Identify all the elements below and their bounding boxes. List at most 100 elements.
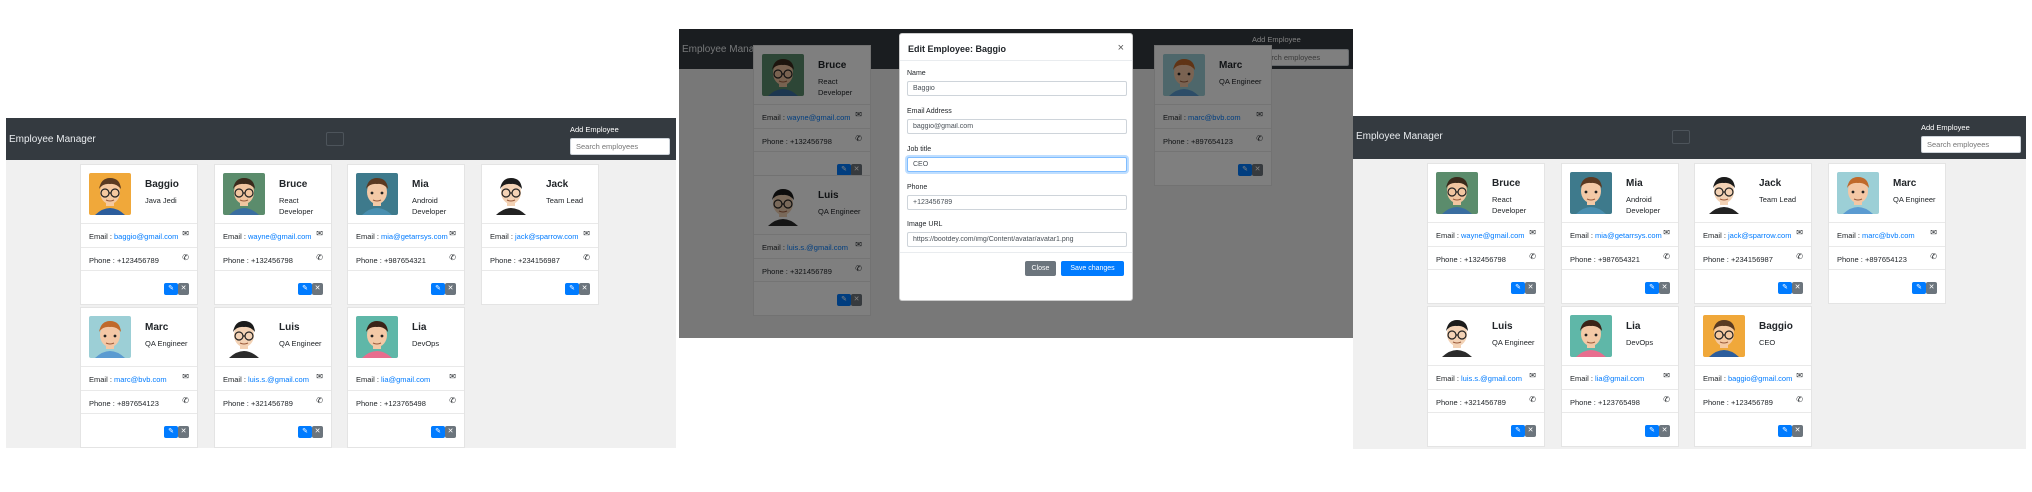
add-employee-link[interactable]: Add Employee xyxy=(1921,123,1970,132)
email-text: Email : luis.s.@gmail.com xyxy=(1436,374,1522,383)
delete-button[interactable]: ✕ xyxy=(1926,282,1937,294)
delete-button[interactable]: ✕ xyxy=(1659,425,1670,437)
edit-button[interactable]: ✎ xyxy=(1778,425,1792,437)
avatar xyxy=(89,173,131,215)
delete-button[interactable]: ✕ xyxy=(1525,425,1536,437)
delete-button[interactable]: ✕ xyxy=(1792,425,1803,437)
employee-job-title: DevOps xyxy=(1626,338,1654,347)
delete-button[interactable]: ✕ xyxy=(579,283,590,295)
email-link[interactable]: baggio@gmail.com xyxy=(1728,374,1792,383)
phone-icon: ✆ xyxy=(583,253,590,262)
edit-button[interactable]: ✎ xyxy=(1645,282,1659,294)
edit-button[interactable]: ✎ xyxy=(1511,425,1525,437)
phone-prefix: Phone : xyxy=(1703,398,1731,407)
phone-prefix: Phone : xyxy=(1436,398,1464,407)
email-link[interactable]: baggio@gmail.com xyxy=(114,232,178,241)
navbar-brand[interactable]: Employee Manager xyxy=(9,134,96,145)
email-link[interactable]: mia@getarrsys.com xyxy=(381,232,448,241)
x-icon: ✕ xyxy=(1794,284,1801,291)
email-text: Email : jack@sparrow.com xyxy=(490,232,578,241)
email-link[interactable]: wayne@gmail.com xyxy=(248,232,311,241)
edit-button[interactable]: ✎ xyxy=(164,283,178,295)
card-actions: ✎✕ xyxy=(1428,412,1544,446)
close-button[interactable]: Close xyxy=(1025,261,1056,276)
phone-value: +321456789 xyxy=(1463,398,1506,407)
delete-button[interactable]: ✕ xyxy=(178,426,189,438)
delete-button[interactable]: ✕ xyxy=(445,426,456,438)
email-prefix: Email : xyxy=(1436,231,1462,240)
phone-text: Phone : +987654321 xyxy=(356,256,426,265)
email-text: Email : mia@getarrsys.com xyxy=(356,232,448,241)
email-link[interactable]: jack@sparrow.com xyxy=(515,232,578,241)
edit-button[interactable]: ✎ xyxy=(1511,282,1525,294)
delete-button[interactable]: ✕ xyxy=(1792,282,1803,294)
card-actions: ✎✕ xyxy=(81,270,197,304)
search-input[interactable] xyxy=(570,138,670,155)
edit-button[interactable]: ✎ xyxy=(298,283,312,295)
employee-card: Bruce React Developer Email : wayne@gmail.… xyxy=(214,164,332,305)
phone-prefix: Phone : xyxy=(1436,255,1464,264)
envelope-icon: ✉ xyxy=(182,372,189,381)
employee-job-title: QA Engineer xyxy=(145,339,188,348)
phone-icon: ✆ xyxy=(316,396,323,405)
email-text: Email : wayne@gmail.com xyxy=(223,232,311,241)
edit-button[interactable]: ✎ xyxy=(431,426,445,438)
job-title-field[interactable] xyxy=(907,157,1127,172)
delete-button[interactable]: ✕ xyxy=(312,426,323,438)
edit-button[interactable]: ✎ xyxy=(298,426,312,438)
employee-name: Lia xyxy=(1626,321,1641,332)
email-link[interactable]: jack@sparrow.com xyxy=(1728,231,1791,240)
employee-job-title: Team Lead xyxy=(546,196,584,205)
email-link[interactable]: lia@gmail.com xyxy=(1595,374,1644,383)
phone-row: Phone : +123456789 ✆ xyxy=(81,247,197,271)
employee-card: Jack Team Lead Email : jack@sparrow.com ✉ Ph… xyxy=(481,164,599,305)
email-link[interactable]: marc@bvb.com xyxy=(1862,231,1915,240)
delete-button[interactable]: ✕ xyxy=(1525,282,1536,294)
email-link[interactable]: lia@gmail.com xyxy=(381,375,430,384)
edit-button[interactable]: ✎ xyxy=(1645,425,1659,437)
delete-button[interactable]: ✕ xyxy=(1659,282,1670,294)
edit-button[interactable]: ✎ xyxy=(164,426,178,438)
edit-button[interactable]: ✎ xyxy=(431,283,445,295)
add-employee-link[interactable]: Add Employee xyxy=(570,125,619,134)
envelope-icon: ✉ xyxy=(1663,371,1670,380)
email-link[interactable]: marc@bvb.com xyxy=(114,375,167,384)
name-field[interactable] xyxy=(907,81,1127,96)
edit-button[interactable]: ✎ xyxy=(565,283,579,295)
employee-card: Lia DevOps Email : lia@gmail.com ✉ Phone : +… xyxy=(347,307,465,448)
email-prefix: Email : xyxy=(223,375,249,384)
email-link[interactable]: wayne@gmail.com xyxy=(1461,231,1524,240)
phone-prefix: Phone : xyxy=(223,256,251,265)
email-link[interactable]: luis.s.@gmail.com xyxy=(1461,374,1522,383)
employee-name: Luis xyxy=(279,322,300,333)
phone-icon: ✆ xyxy=(1529,395,1536,404)
search-input[interactable] xyxy=(1921,136,2021,153)
delete-button[interactable]: ✕ xyxy=(178,283,189,295)
email-row: Email : lia@gmail.com ✉ xyxy=(348,366,464,390)
name-label: Name xyxy=(907,70,926,77)
phone-field[interactable] xyxy=(907,195,1127,210)
save-changes-button[interactable]: Save changes xyxy=(1061,261,1124,276)
phone-row: Phone : +132456798 ✆ xyxy=(1428,246,1544,270)
edit-button[interactable]: ✎ xyxy=(1778,282,1792,294)
phone-prefix: Phone : xyxy=(1570,398,1598,407)
email-link[interactable]: mia@getarrsys.com xyxy=(1595,231,1662,240)
email-row: Email : baggio@gmail.com ✉ xyxy=(1695,365,1811,389)
email-link[interactable]: luis.s.@gmail.com xyxy=(248,375,309,384)
edit-button[interactable]: ✎ xyxy=(1912,282,1926,294)
delete-button[interactable]: ✕ xyxy=(312,283,323,295)
image-url-field[interactable] xyxy=(907,232,1127,247)
navbar-toggler-button[interactable] xyxy=(1672,130,1690,144)
close-icon[interactable]: × xyxy=(1118,42,1124,54)
x-icon: ✕ xyxy=(1527,284,1534,291)
delete-button[interactable]: ✕ xyxy=(445,283,456,295)
phone-prefix: Phone : xyxy=(490,256,518,265)
avatar xyxy=(223,316,265,358)
card-actions: ✎✕ xyxy=(215,270,331,304)
phone-row: Phone : +987654321 ✆ xyxy=(348,247,464,271)
avatar xyxy=(1703,172,1745,214)
email-field[interactable] xyxy=(907,119,1127,134)
envelope-icon: ✉ xyxy=(1796,228,1803,237)
navbar-toggler-button[interactable] xyxy=(326,132,344,146)
navbar-brand[interactable]: Employee Manager xyxy=(1356,131,1443,142)
